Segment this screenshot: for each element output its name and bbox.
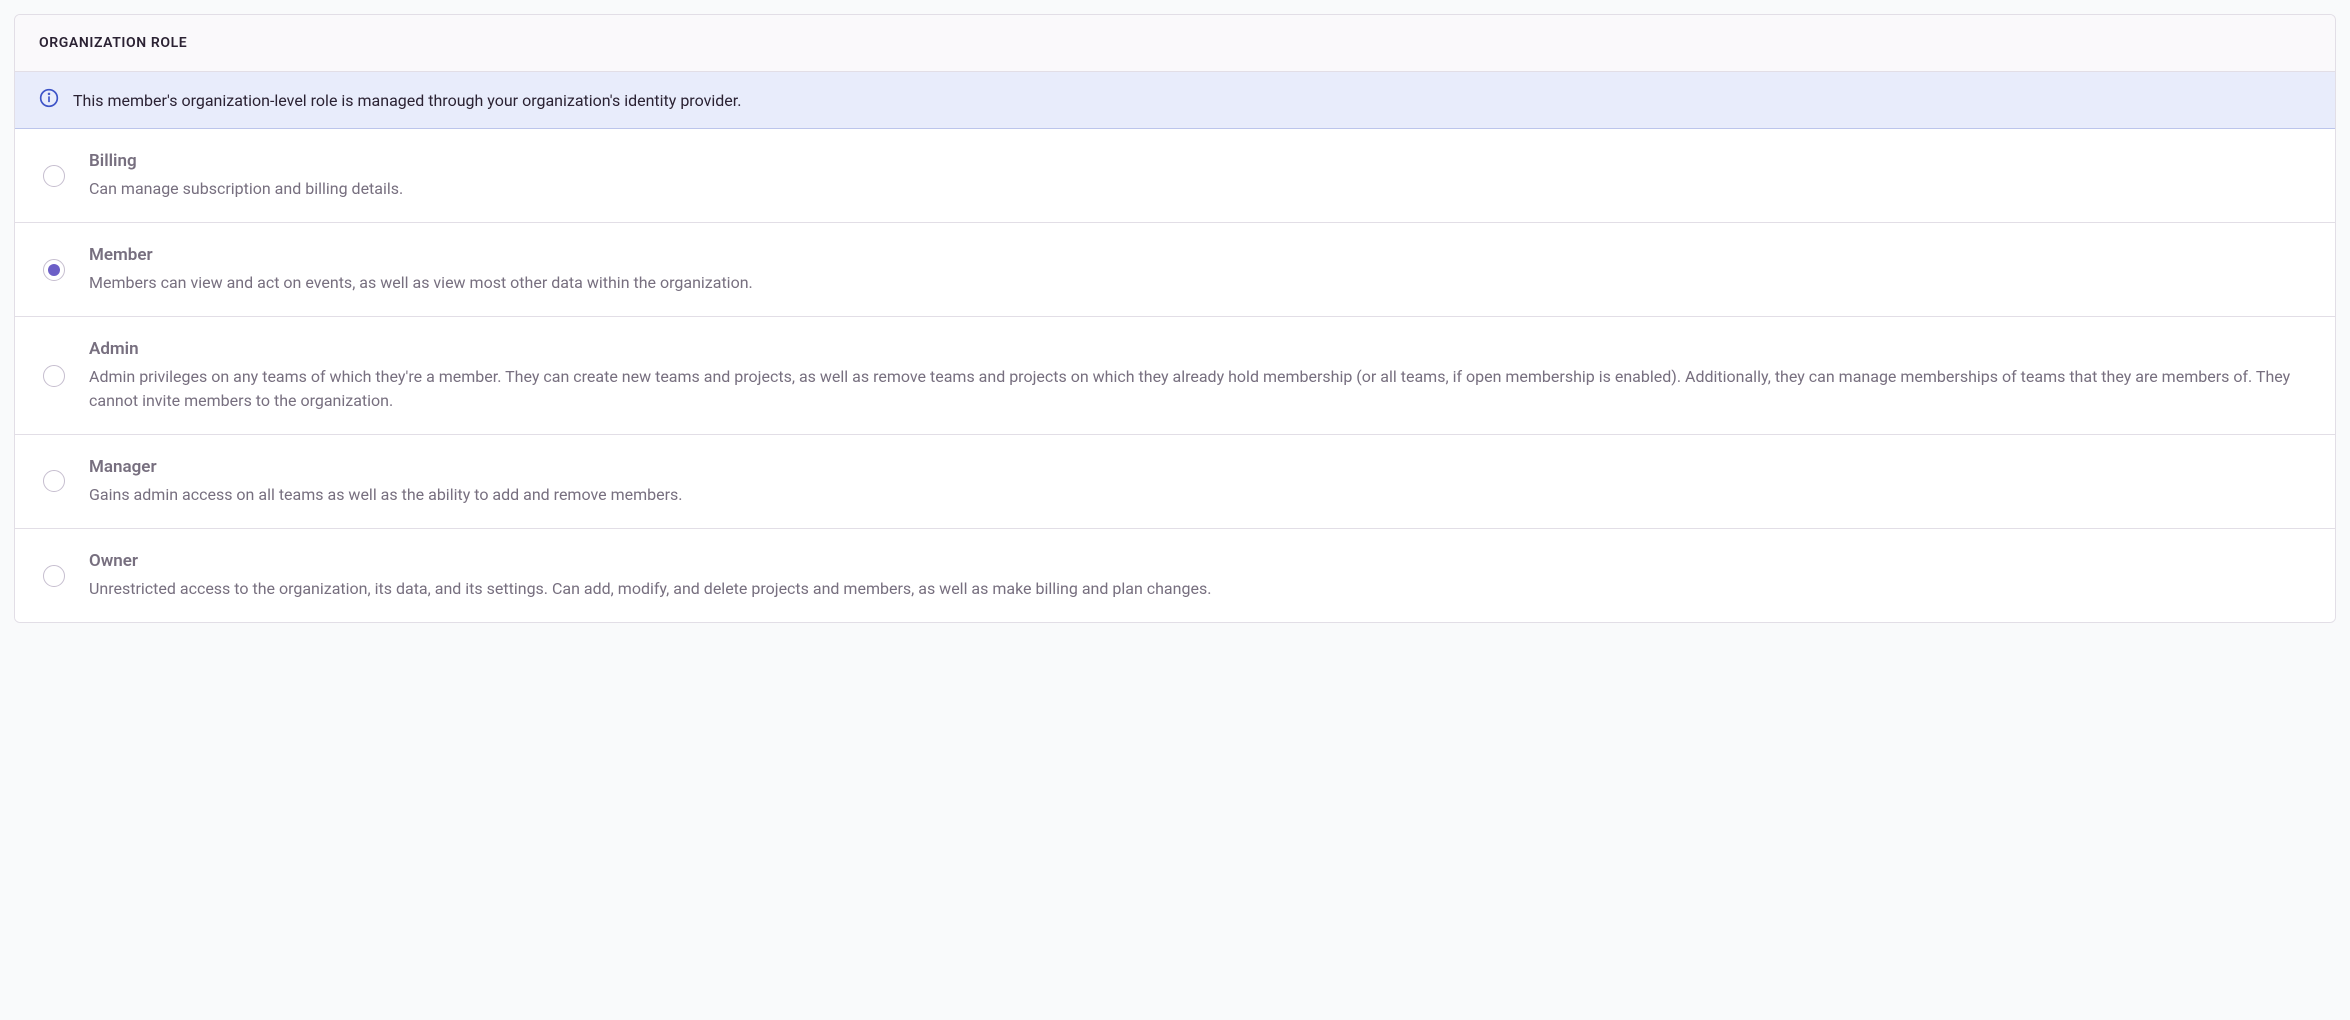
role-option-owner[interactable]: Owner Unrestricted access to the organiz… bbox=[15, 529, 2335, 622]
role-title: Member bbox=[89, 245, 2307, 265]
radio-button[interactable] bbox=[43, 470, 65, 492]
role-text: Manager Gains admin access on all teams … bbox=[89, 457, 2307, 506]
role-text: Billing Can manage subscription and bill… bbox=[89, 151, 2307, 200]
role-description: Members can view and act on events, as w… bbox=[89, 271, 2307, 294]
role-title: Admin bbox=[89, 339, 2307, 359]
role-option-billing[interactable]: Billing Can manage subscription and bill… bbox=[15, 129, 2335, 223]
radio-button[interactable] bbox=[43, 165, 65, 187]
role-option-admin[interactable]: Admin Admin privileges on any teams of w… bbox=[15, 317, 2335, 434]
role-text: Member Members can view and act on event… bbox=[89, 245, 2307, 294]
info-icon bbox=[39, 88, 59, 112]
role-title: Manager bbox=[89, 457, 2307, 477]
panel-title: ORGANIZATION ROLE bbox=[15, 15, 2335, 72]
role-option-manager[interactable]: Manager Gains admin access on all teams … bbox=[15, 435, 2335, 529]
role-description: Can manage subscription and billing deta… bbox=[89, 177, 2307, 200]
role-text: Owner Unrestricted access to the organiz… bbox=[89, 551, 2307, 600]
role-title: Owner bbox=[89, 551, 2307, 571]
role-description: Gains admin access on all teams as well … bbox=[89, 483, 2307, 506]
idp-managed-alert: This member's organization-level role is… bbox=[15, 72, 2335, 129]
role-title: Billing bbox=[89, 151, 2307, 171]
role-description: Unrestricted access to the organization,… bbox=[89, 577, 2307, 600]
radio-button[interactable] bbox=[43, 259, 65, 281]
radio-button[interactable] bbox=[43, 365, 65, 387]
organization-role-panel: ORGANIZATION ROLE This member's organiza… bbox=[14, 14, 2336, 623]
role-text: Admin Admin privileges on any teams of w… bbox=[89, 339, 2307, 411]
alert-text: This member's organization-level role is… bbox=[73, 91, 741, 110]
role-description: Admin privileges on any teams of which t… bbox=[89, 365, 2307, 411]
role-option-member[interactable]: Member Members can view and act on event… bbox=[15, 223, 2335, 317]
radio-button[interactable] bbox=[43, 565, 65, 587]
